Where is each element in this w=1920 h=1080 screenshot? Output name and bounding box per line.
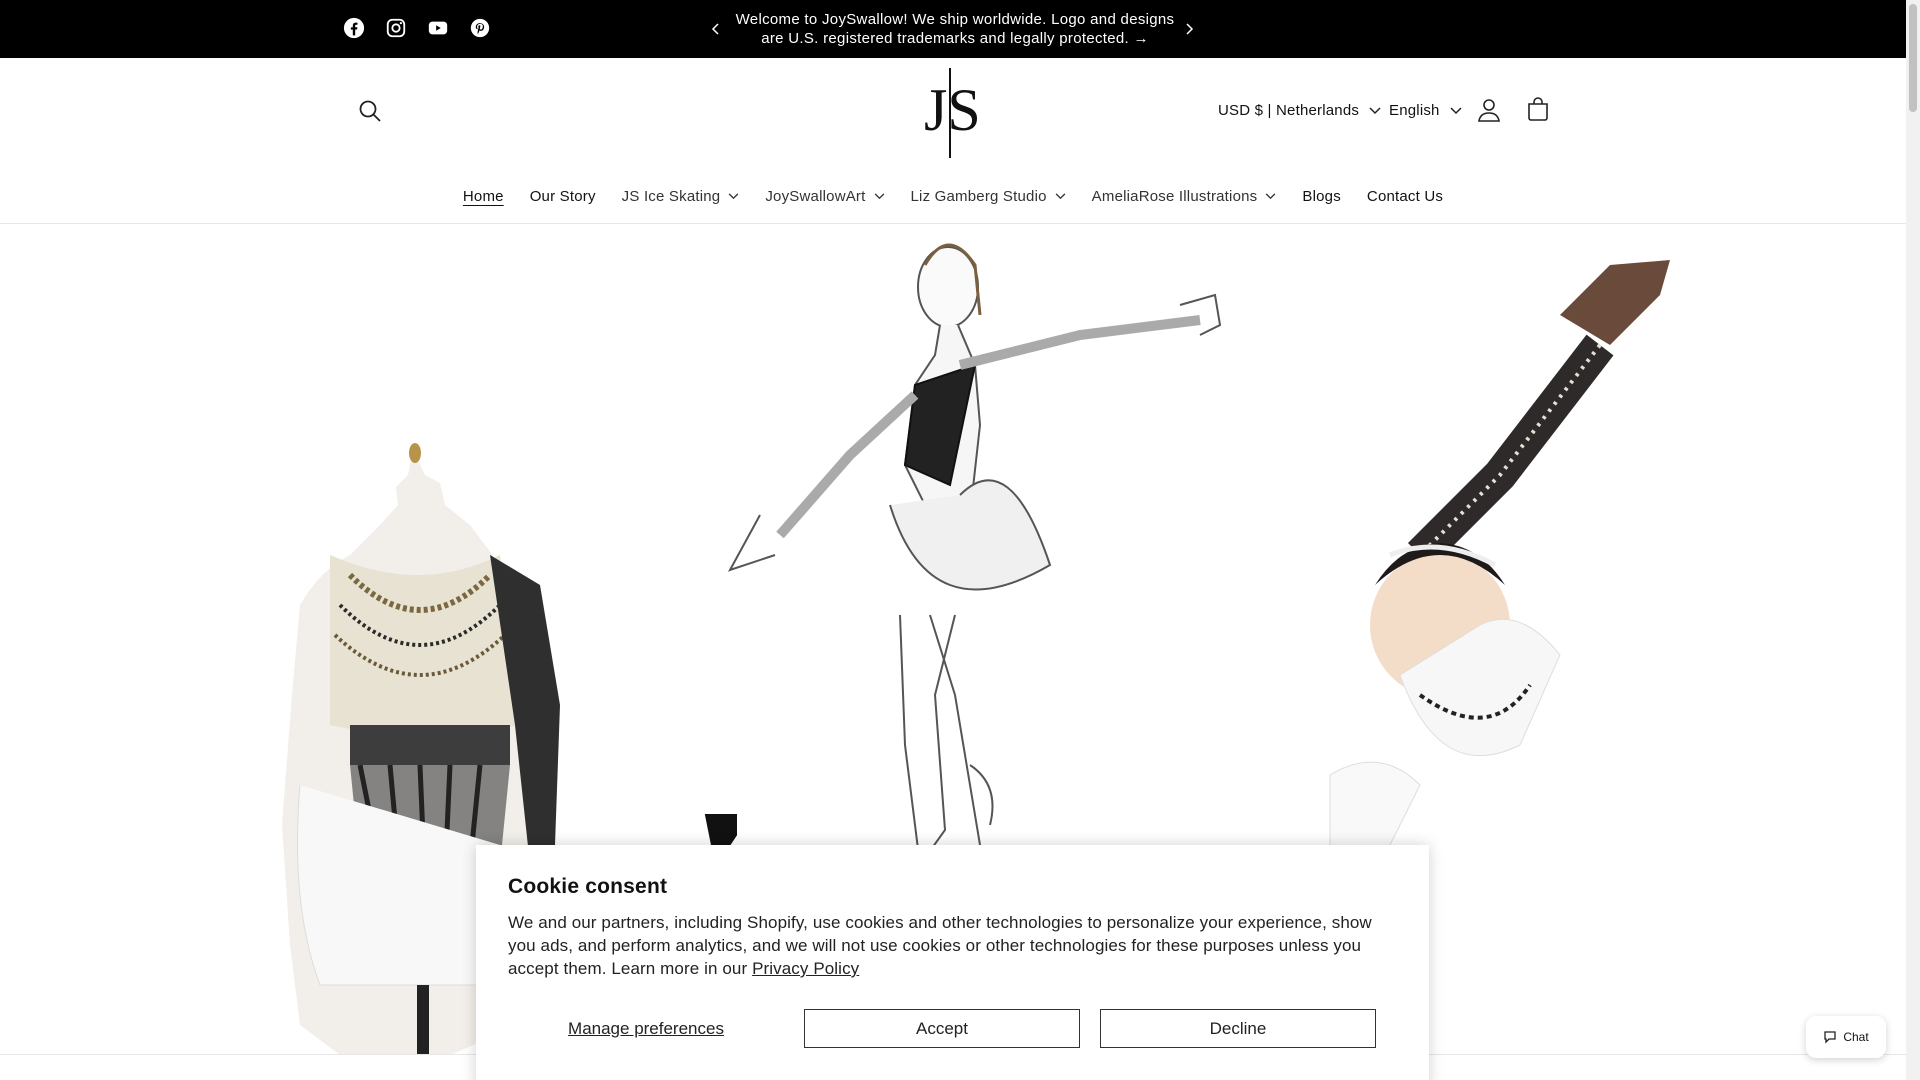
cookie-actions: Manage preferences Accept Decline — [508, 1009, 1376, 1048]
nav-item-home[interactable]: Home — [450, 188, 517, 205]
nav-label: JoySwallowArt — [765, 188, 866, 205]
nav-label: JS Ice Skating — [621, 188, 721, 205]
chevron-down-icon — [1055, 193, 1066, 200]
chevron-down-icon — [729, 193, 739, 200]
nav-item-contact-us[interactable]: Contact Us — [1354, 188, 1456, 205]
sketch-illustration — [704, 243, 1222, 868]
nav-item-js-ice-skating[interactable]: JS Ice Skating — [609, 188, 753, 205]
logo-text: JS — [924, 77, 981, 143]
nav-item-blogs[interactable]: Blogs — [1289, 188, 1354, 205]
skater-photo — [1329, 260, 1670, 866]
nav-label: Our Story — [529, 188, 596, 205]
announcement-message[interactable]: Welcome to JoySwallow! We ship worldwide… — [730, 10, 1180, 48]
chat-bubble-icon — [1824, 1031, 1836, 1044]
manage-preferences-button[interactable]: Manage preferences — [508, 1009, 784, 1048]
next-announcement-icon[interactable] — [1180, 20, 1198, 38]
youtube-icon[interactable] — [427, 17, 449, 39]
nav-item-joyswallowart[interactable]: JoySwallowArt — [752, 188, 897, 205]
accept-button[interactable]: Accept — [804, 1009, 1080, 1048]
chevron-down-icon — [1266, 193, 1276, 200]
chat-button[interactable]: Chat — [1806, 1016, 1886, 1058]
page-scrollbar[interactable] — [1906, 0, 1920, 1080]
privacy-policy-link[interactable]: Privacy Policy — [752, 959, 859, 978]
decline-button[interactable]: Decline — [1100, 1009, 1376, 1048]
cart-icon[interactable] — [1524, 96, 1552, 124]
announcement-bar: Welcome to JoySwallow! We ship worldwide… — [0, 0, 1906, 58]
previous-announcement-icon[interactable] — [707, 20, 725, 38]
chevron-down-icon — [874, 193, 884, 200]
nav-label: Home — [462, 188, 504, 205]
cookie-body: We and our partners, including Shopify, … — [508, 911, 1397, 980]
instagram-icon[interactable] — [385, 17, 407, 39]
account-icon[interactable] — [1475, 96, 1503, 124]
site-header: JS USD $ | Netherlands English Home Our … — [0, 58, 1906, 224]
currency-selector[interactable]: USD $ | Netherlands — [1218, 102, 1381, 119]
nav-label: AmeliaRose Illustrations — [1091, 188, 1258, 205]
cookie-body-text: We and our partners, including Shopify, … — [508, 913, 1372, 978]
arrow-right-icon: → — [1133, 30, 1149, 47]
facebook-icon[interactable] — [343, 17, 365, 39]
language-selector[interactable]: English — [1389, 102, 1462, 119]
chevron-down-icon — [1369, 106, 1381, 114]
nav-item-ameliarose-illustrations[interactable]: AmeliaRose Illustrations — [1079, 188, 1290, 205]
nav-item-our-story[interactable]: Our Story — [517, 188, 609, 205]
announcement-text[interactable]: Welcome to JoySwallow! We ship worldwide… — [736, 11, 1175, 47]
cookie-title: Cookie consent — [508, 875, 668, 898]
cookie-consent-dialog: Cookie consent We and our partners, incl… — [476, 845, 1429, 1080]
language-label: English — [1389, 102, 1440, 119]
logo[interactable]: JS — [920, 64, 990, 160]
nav-label: Blogs — [1302, 188, 1341, 205]
scrollbar-thumb[interactable] — [1909, 4, 1917, 112]
search-icon[interactable] — [357, 98, 383, 124]
main-navigation: Home Our Story JS Ice Skating JoySwallow… — [0, 188, 1906, 205]
chevron-down-icon — [1450, 106, 1462, 114]
nav-label: Contact Us — [1366, 188, 1444, 205]
pinterest-icon[interactable] — [469, 17, 491, 39]
nav-label: Liz Gamberg Studio — [910, 188, 1047, 205]
currency-label: USD $ | Netherlands — [1218, 102, 1360, 119]
chat-label: Chat — [1843, 1030, 1869, 1044]
nav-item-liz-gamberg-studio[interactable]: Liz Gamberg Studio — [898, 188, 1079, 205]
social-links — [343, 17, 491, 39]
